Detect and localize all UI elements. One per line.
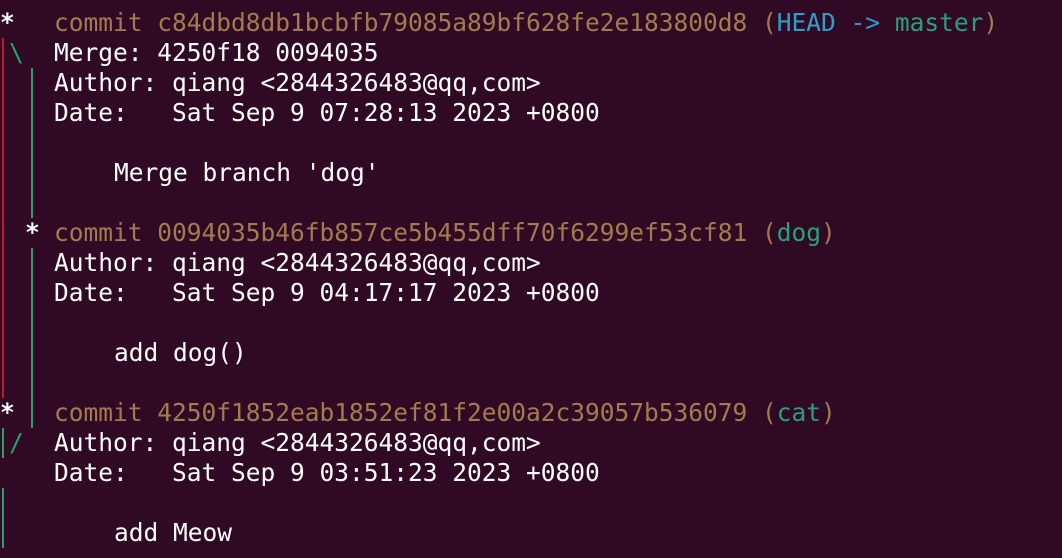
author-info: Author: qiang <2844326483@qq,com> (54, 68, 541, 97)
git-log-line: Date: Sat Sep 9 07:28:13 2023 +0800 (0, 98, 600, 128)
ref-paren-open: ( (747, 218, 777, 247)
graph-merge-fork: \ (9, 38, 24, 67)
date-info: Date: Sat Sep 9 07:28:13 2023 +0800 (54, 98, 600, 127)
commit-hash: commit 0094035b46fb857ce5b455dff70f6299e… (54, 218, 748, 247)
graph-branch-line-red (2, 248, 4, 278)
author-info: Author: qiang <2844326483@qq,com> (54, 248, 541, 277)
ref-paren-close: ) (821, 218, 836, 247)
graph-branch-line-red (2, 368, 4, 398)
merge-info: Merge: 4250f18 0094035 (54, 38, 379, 67)
ref-paren-open: ( (747, 398, 777, 427)
graph-branch-line-red (2, 128, 4, 158)
git-log-line: * commit c84dbd8db1bcbfb79085a89bf628fe2… (0, 8, 998, 38)
head-ref: HEAD (776, 8, 836, 37)
ref-paren-close: ) (821, 398, 836, 427)
branch-ref-dog: dog (776, 218, 822, 247)
git-log-line: Merge branch 'dog' (0, 158, 380, 188)
graph-branch-line-green (31, 188, 33, 218)
graph-branch-line-red (2, 338, 4, 368)
git-log-line (0, 368, 59, 398)
git-log-line: Date: Sat Sep 9 03:51:23 2023 +0800 (0, 458, 600, 488)
graph-branch-line-green (31, 338, 33, 368)
commit-message: Merge branch 'dog' (114, 158, 380, 187)
git-log-line: * commit 4250f1852eab1852ef81f2e00a2c390… (0, 398, 836, 428)
git-log-line: add dog() (0, 338, 247, 368)
git-log-line: Author: qiang <2844326483@qq,com> (0, 68, 541, 98)
terminal-window[interactable]: * commit c84dbd8db1bcbfb79085a89bf628fe2… (0, 0, 1062, 558)
ref-arrow: -> (835, 8, 895, 37)
graph-branch-line-red (2, 188, 4, 218)
git-log-line: * commit 0094035b46fb857ce5b455dff70f629… (0, 218, 836, 248)
ref-paren-open: ( (747, 8, 777, 37)
graph-branch-line-red (2, 38, 4, 68)
graph-branch-line-green (31, 158, 33, 188)
git-log-line: / Author: qiang <2844326483@qq,com> (0, 428, 541, 458)
graph-commit-node: * (0, 8, 15, 37)
commit-hash: commit c84dbd8db1bcbfb79085a89bf628fe2e1… (54, 8, 748, 37)
ref-paren-close: ) (983, 8, 999, 37)
git-log-line (0, 308, 59, 338)
graph-branch-line-green (2, 518, 4, 548)
graph-branch-line-red (2, 68, 4, 98)
branch-ref-master: master (894, 8, 984, 37)
commit-message: add Meow (114, 518, 233, 547)
author-info: Author: qiang <2844326483@qq,com> (54, 428, 541, 457)
commit-message: add dog() (114, 338, 247, 367)
graph-branch-line-green (31, 248, 33, 278)
graph-commit-node: * (0, 398, 15, 427)
graph-branch-line-red (2, 158, 4, 188)
graph-branch-line-green (2, 428, 4, 458)
graph-branch-line-red (2, 98, 4, 128)
graph-commit-node: * (25, 218, 40, 247)
git-log-line: Author: qiang <2844326483@qq,com> (0, 248, 541, 278)
graph-branch-line-green (31, 278, 33, 308)
git-log-line (0, 128, 59, 158)
graph-branch-line-green (31, 368, 33, 398)
commit-header: commit c84dbd8db1bcbfb79085a89bf628fe2e1… (54, 8, 998, 38)
graph-branch-line-green (31, 98, 33, 128)
date-info: Date: Sat Sep 9 03:51:23 2023 +0800 (54, 458, 600, 487)
commit-header: commit 0094035b46fb857ce5b455dff70f6299e… (54, 218, 836, 248)
graph-branch-line-green (31, 128, 33, 158)
graph-branch-line-green (31, 398, 33, 428)
graph-merge-join: / (9, 428, 24, 457)
git-log-line: add Meow (0, 518, 232, 548)
git-log-line: \ Merge: 4250f18 0094035 (0, 38, 379, 68)
graph-branch-line-red (2, 308, 4, 338)
graph-branch-line-green (2, 488, 4, 518)
branch-ref-cat: cat (776, 398, 822, 427)
graph-branch-line-green (31, 68, 33, 98)
graph-branch-line-red (2, 218, 4, 248)
date-info: Date: Sat Sep 9 04:17:17 2023 +0800 (54, 278, 600, 307)
git-log-line (0, 488, 59, 518)
git-log-line (0, 188, 59, 218)
commit-hash: commit 4250f1852eab1852ef81f2e00a2c39057… (54, 398, 748, 427)
commit-header: commit 4250f1852eab1852ef81f2e00a2c39057… (54, 398, 836, 428)
graph-branch-line-red (2, 278, 4, 308)
git-log-line: Date: Sat Sep 9 04:17:17 2023 +0800 (0, 278, 600, 308)
graph-branch-line-green (31, 308, 33, 338)
